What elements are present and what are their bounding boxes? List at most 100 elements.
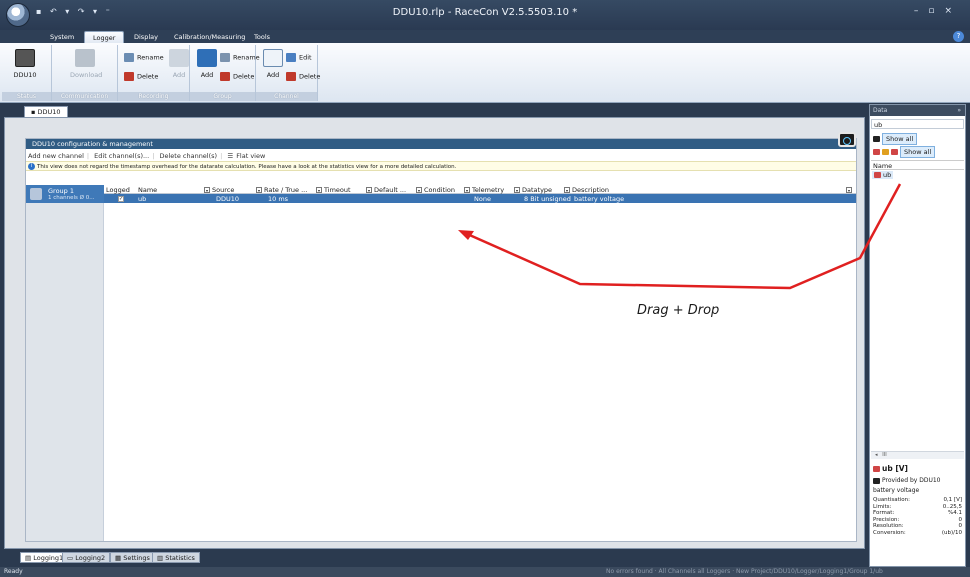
- device-icon: [15, 49, 35, 67]
- group-communication: Download Communication: [52, 45, 118, 101]
- data-panel: Data» ub Show all Show all Name ub ◂ III…: [869, 104, 966, 567]
- group-item-1[interactable]: Group 1 1 channels Ø 0...: [26, 185, 104, 203]
- channel-type-icon: [891, 149, 898, 155]
- device-status-icon: [838, 132, 856, 147]
- horizontal-scrollbar[interactable]: ◂ III: [871, 451, 964, 459]
- tab-statistics[interactable]: ▥ Statistics: [152, 552, 200, 563]
- add-group-icon: [197, 49, 217, 67]
- tab-tools[interactable]: Tools: [246, 31, 278, 43]
- col-condition[interactable]: Condition: [416, 186, 455, 194]
- group-channel: Add Edit Delete Channel: [256, 45, 320, 101]
- tab-settings[interactable]: ▦ Settings: [110, 552, 155, 563]
- info-icon: i: [28, 163, 35, 170]
- show-all-types[interactable]: Show all: [873, 146, 936, 158]
- col-timeout[interactable]: Timeout: [316, 186, 351, 194]
- cell-rate: 10 ms: [268, 195, 289, 203]
- filter-dropdown-icon: [256, 187, 262, 193]
- filter-dropdown-icon: [514, 187, 520, 193]
- flat-view-icon: ☰: [227, 152, 234, 160]
- col-default[interactable]: Default ...: [366, 186, 406, 194]
- config-panel: DDU10 configuration & management Add new…: [25, 132, 857, 542]
- channel-type-icon: [873, 149, 880, 155]
- download-button[interactable]: Download: [70, 49, 102, 79]
- column-header: Logged Name Source Rate / True ... Timeo…: [104, 185, 856, 194]
- add-channel-icon: [263, 49, 283, 67]
- group-status: DDU10 Status: [2, 45, 52, 101]
- col-source[interactable]: Source: [204, 186, 234, 194]
- filter-dropdown-icon: [564, 187, 570, 193]
- group-icon: [30, 188, 42, 200]
- table-row[interactable]: ✓ ub DDU10 10 ms None 8 Bit unsigned bat…: [104, 194, 856, 203]
- status-bar: Ready No errors found · All Channels all…: [0, 567, 970, 577]
- group-recording: Rename Delete Add Recording: [118, 45, 190, 101]
- window-title: DDU10.rlp - RaceCon V2.5.5503.10 *: [392, 7, 578, 18]
- delete-icon: [286, 72, 296, 81]
- show-all-device[interactable]: Show all: [873, 133, 918, 145]
- edit-icon: [286, 53, 296, 62]
- filter-dropdown-icon: [316, 187, 322, 193]
- data-list-header[interactable]: Name: [871, 160, 964, 170]
- col-description[interactable]: Description: [564, 186, 609, 194]
- filter-dropdown-icon: [464, 187, 470, 193]
- col-logged[interactable]: Logged: [106, 186, 130, 194]
- tab-system[interactable]: System: [42, 31, 82, 43]
- ribbon-tabs: System Logger Display Calibration/Measur…: [0, 30, 970, 43]
- group-group: Add Rename Delete Group: [190, 45, 260, 101]
- delete-icon: [220, 72, 230, 81]
- filter-dropdown-icon: [366, 187, 372, 193]
- drag-drop-label: Drag + Drop: [637, 303, 720, 318]
- filter-dropdown-icon: [204, 187, 210, 193]
- window-controls[interactable]: –▫×: [914, 6, 962, 16]
- group-add-button[interactable]: Add: [192, 49, 222, 79]
- data-item-ub[interactable]: ub: [872, 171, 894, 179]
- channel-delete-button[interactable]: Delete: [286, 72, 320, 81]
- main-content: DDU10 configuration & management Add new…: [4, 117, 865, 549]
- col-datatype[interactable]: Datatype: [514, 186, 552, 194]
- tab-display[interactable]: Display: [126, 31, 166, 43]
- recording-delete-button[interactable]: Delete: [124, 72, 158, 81]
- delete-icon: [124, 72, 134, 81]
- column-chooser-icon: [846, 187, 852, 193]
- tab-logger[interactable]: Logger: [84, 31, 125, 43]
- cell-datatype: 8 Bit unsigned: [524, 195, 571, 203]
- download-icon: [75, 49, 95, 67]
- device-icon: [873, 477, 880, 484]
- col-options[interactable]: [846, 186, 854, 194]
- col-name[interactable]: Name: [138, 186, 157, 194]
- status-text: Ready: [4, 568, 23, 575]
- tab-calibration[interactable]: Calibration/Measuring: [166, 31, 253, 43]
- data-panel-title: Data»: [870, 105, 965, 116]
- help-icon[interactable]: ?: [953, 31, 964, 42]
- add-channel-link[interactable]: Add new channel: [28, 152, 84, 160]
- title-bar: ▪ ↶ ▾ ↷ ▾ ⁼ DDU10.rlp - RaceCon V2.5.550…: [0, 0, 970, 30]
- ribbon: DDU10 Status Download Communication Rena…: [0, 43, 970, 103]
- channel-edit-button[interactable]: Edit: [286, 53, 312, 62]
- tab-ddu10[interactable]: ▪ DDU10: [24, 106, 68, 117]
- recording-rename-button[interactable]: Rename: [124, 53, 164, 62]
- cell-telemetry: None: [474, 195, 491, 203]
- ddu10-button[interactable]: DDU10: [10, 49, 40, 79]
- cell-name: ub: [138, 195, 147, 203]
- edit-channels-link[interactable]: Edit channel(s)...: [94, 152, 149, 160]
- info-bar: i This view does not regard the timestamp…: [26, 161, 856, 171]
- data-search-input[interactable]: ub: [871, 119, 964, 129]
- channel-icon: [874, 172, 881, 178]
- cell-source: DDU10: [216, 195, 240, 203]
- tab-logging2[interactable]: ▭ Logging2: [62, 552, 111, 563]
- group-rename-button[interactable]: Rename: [220, 53, 260, 62]
- group-list: Group 1 1 channels Ø 0...: [26, 185, 104, 541]
- channel-add-button[interactable]: Add: [258, 49, 288, 79]
- channel-type-icon: [882, 149, 889, 155]
- filter-dropdown-icon: [416, 187, 422, 193]
- config-header: DDU10 configuration & management: [26, 132, 856, 149]
- col-rate[interactable]: Rate / True ...: [256, 186, 307, 194]
- device-icon: [873, 136, 880, 142]
- delete-channels-link[interactable]: Delete channel(s): [159, 152, 217, 160]
- flat-view-link[interactable]: Flat view: [236, 152, 265, 160]
- add-recording-icon: [169, 49, 189, 67]
- rename-icon: [124, 53, 134, 62]
- group-delete-button[interactable]: Delete: [220, 72, 254, 81]
- tab-logging1[interactable]: ▤ Logging1: [20, 552, 69, 563]
- col-telemetry[interactable]: Telemetry: [464, 186, 504, 194]
- status-path: No errors found · All Channels all Logge…: [606, 568, 883, 575]
